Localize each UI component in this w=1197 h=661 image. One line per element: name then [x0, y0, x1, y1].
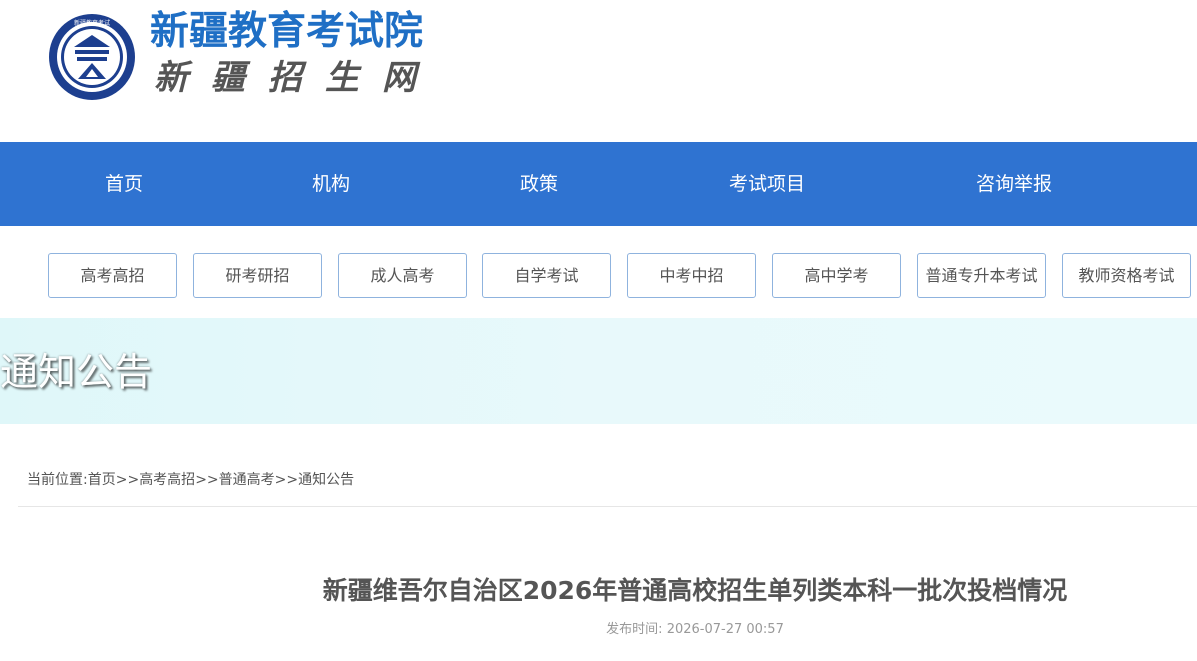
- nav-item-organization[interactable]: 机构: [281, 142, 381, 226]
- article-title: 新疆维吾尔自治区2026年普通高校招生单列类本科一批次投档情况: [322, 576, 1068, 605]
- category-button-zhongkao[interactable]: 中考中招: [627, 253, 756, 298]
- breadcrumb: 当前位置:首页>>高考高招>>普通高考>>通知公告: [27, 469, 354, 491]
- category-button-academic-test[interactable]: 高中学考: [772, 253, 901, 298]
- category-button-graduate[interactable]: 研考研招: [193, 253, 322, 298]
- site-header: 新疆教育考试 新疆教育考试院 新疆招生网: [0, 0, 1197, 142]
- section-banner: 通知公告: [0, 318, 1197, 424]
- site-title[interactable]: 新疆教育考试院: [150, 5, 423, 59]
- content-divider: [18, 506, 1197, 507]
- breadcrumb-item-general-gaokao[interactable]: 普通高考: [219, 472, 275, 488]
- publish-label: 发布时间:: [606, 622, 663, 637]
- category-button-self-study[interactable]: 自学考试: [482, 253, 611, 298]
- category-button-adult[interactable]: 成人高考: [338, 253, 467, 298]
- breadcrumb-prefix: 当前位置:: [27, 472, 88, 488]
- breadcrumb-item-home[interactable]: 首页: [88, 472, 116, 488]
- site-subtitle: 新疆招生网: [154, 58, 439, 98]
- category-button-teacher-cert[interactable]: 教师资格考试: [1062, 253, 1191, 298]
- nav-item-policy[interactable]: 政策: [489, 142, 589, 226]
- category-button-gaokao[interactable]: 高考高招: [48, 253, 177, 298]
- publish-info: 发布时间: 2026-07-27 00:57: [0, 619, 1197, 641]
- publish-time: 2026-07-27 00:57: [666, 622, 784, 637]
- emblem-text: 新疆教育考试: [74, 19, 110, 27]
- breadcrumb-separator: >>: [274, 472, 299, 488]
- category-button-upgrade[interactable]: 普通专升本考试: [917, 253, 1046, 298]
- main-nav: 首页 机构 政策 考试项目 咨询举报: [0, 142, 1197, 226]
- breadcrumb-separator: >>: [195, 472, 219, 488]
- nav-item-consult-report[interactable]: 咨询举报: [954, 142, 1074, 226]
- breadcrumb-separator: >>: [115, 472, 140, 488]
- category-bar: 高考高招 研考研招 成人高考 自学考试 中考中招 高中学考 普通专升本考试 教师…: [0, 226, 1197, 318]
- nav-item-home[interactable]: 首页: [74, 142, 174, 226]
- nav-item-exam-projects[interactable]: 考试项目: [707, 142, 827, 226]
- breadcrumb-item-gaokao[interactable]: 高考高招: [139, 472, 195, 488]
- logo-emblem-icon[interactable]: 新疆教育考试: [48, 13, 136, 101]
- banner-title: 通知公告: [0, 350, 153, 394]
- breadcrumb-item-notices[interactable]: 通知公告: [298, 472, 354, 488]
